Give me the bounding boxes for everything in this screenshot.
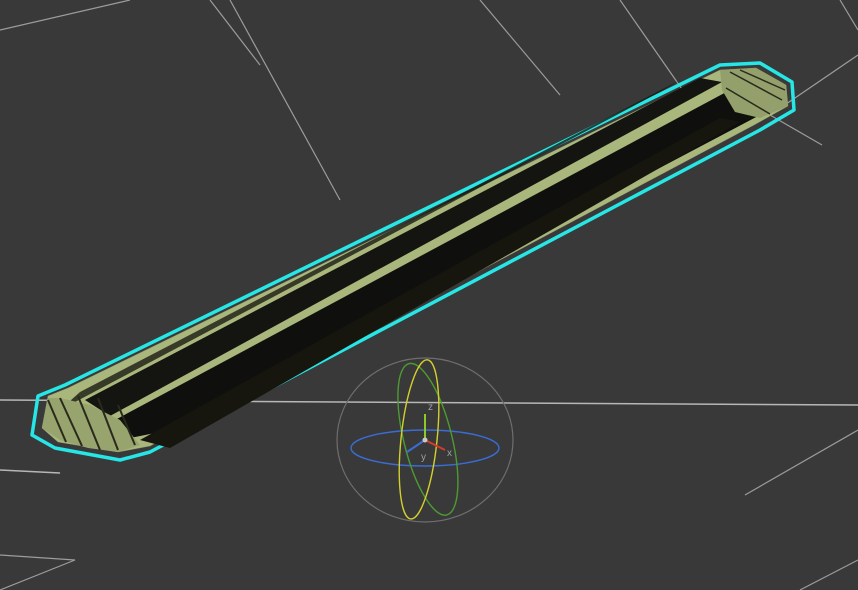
view-gizmo[interactable]: z y x <box>0 0 858 590</box>
axis-label-y: y <box>421 452 426 463</box>
gizmo-yellow-ring[interactable] <box>393 358 446 521</box>
axis-label-z: z <box>428 402 433 413</box>
3d-viewport[interactable]: z y x <box>0 0 858 590</box>
gizmo-green-ring[interactable] <box>386 358 470 521</box>
axis-label-x: x <box>447 448 452 459</box>
gizmo-center-axes[interactable] <box>407 414 445 452</box>
